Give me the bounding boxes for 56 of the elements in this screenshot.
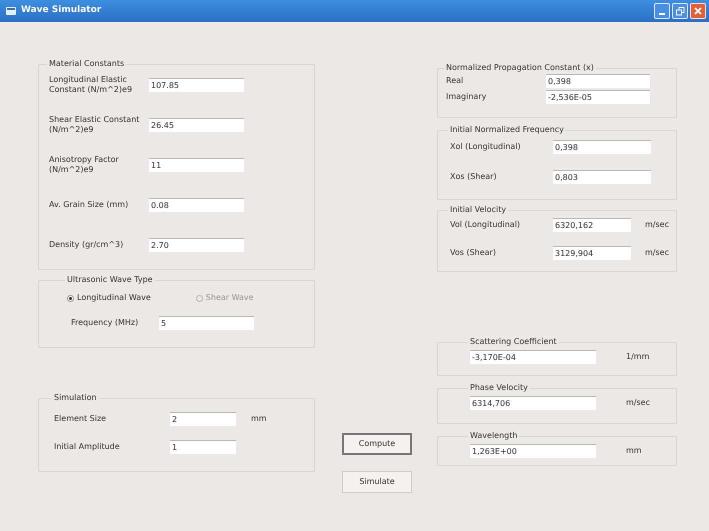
input-field[interactable]: 0.08 (149, 198, 244, 212)
input-field[interactable]: 2.70 (149, 238, 244, 252)
input-field[interactable]: 1 (170, 440, 236, 454)
input-field[interactable]: 2 (170, 412, 236, 426)
group-title: Wavelength (469, 430, 518, 442)
group-title: Phase Velocity (469, 382, 529, 394)
unit-label: mm (251, 413, 267, 425)
input-field[interactable]: 107.85 (149, 78, 244, 92)
input-field[interactable]: 1,263E+00 (470, 444, 596, 458)
field-label: Initial Amplitude (54, 441, 121, 453)
app-icon (6, 7, 16, 15)
unit-label: m/sec (626, 397, 650, 409)
field-label: Density (gr/cm^3) (49, 240, 124, 250)
input-field[interactable]: 11 (149, 158, 244, 172)
unit-label: m/sec (645, 247, 669, 259)
close-icon (694, 7, 702, 15)
restore-button[interactable] (672, 3, 688, 19)
unit-label: 1/mm (626, 351, 650, 363)
field-label: Xos (Shear) (450, 171, 498, 183)
field-label: Real (446, 75, 464, 87)
input-field[interactable]: 5 (159, 316, 254, 330)
radio-button[interactable]: Longitudinal Wave (67, 292, 151, 304)
input-field[interactable]: -2,536E-05 (546, 90, 650, 104)
restore-icon (676, 6, 684, 16)
input-field[interactable]: 3129,904 (553, 246, 631, 260)
push-button[interactable]: Compute (342, 433, 412, 455)
input-field[interactable]: 0,398 (546, 74, 650, 88)
field-label: Frequency (MHz) (71, 317, 140, 329)
group-title: Initial Velocity (449, 204, 508, 216)
field-label: Longitudinal Elastic Constant (N/m^2)e9 (49, 75, 134, 95)
minimize-button[interactable] (654, 3, 670, 19)
input-field[interactable]: 26.45 (149, 118, 244, 132)
window-title: Wave Simulator (21, 4, 102, 18)
field-label: Shear Elastic Constant (N/m^2)e9 (49, 115, 140, 135)
group-title: Material Constants (48, 58, 126, 70)
unit-label: m/sec (645, 219, 669, 231)
field-label: Vol (Longitudinal) (450, 219, 522, 231)
close-button[interactable] (690, 3, 706, 19)
field-label: Imaginary (446, 91, 488, 103)
field-label: Vos (Shear) (450, 247, 497, 259)
input-field[interactable]: 0,803 (553, 170, 651, 184)
group-title: Ultrasonic Wave Type (66, 274, 154, 286)
field-label: Xol (Longitudinal) (450, 141, 522, 153)
group-title: Scattering Coefficient (469, 336, 558, 348)
field-label: Anisotropy Factor (N/m^2)e9 (49, 155, 120, 175)
push-button[interactable]: Simulate (342, 471, 412, 493)
input-field[interactable]: 6314,706 (470, 396, 596, 410)
field-label: Element Size (54, 413, 108, 425)
group-title: Simulation (53, 392, 98, 404)
input-field[interactable]: 0,398 (553, 140, 651, 154)
group-title: Normalized Propagation Constant (x) (445, 62, 595, 74)
group-title: Initial Normalized Frequency (449, 124, 565, 136)
field-label: Av. Grain Size (mm) (49, 200, 130, 210)
unit-label: mm (626, 445, 642, 457)
input-field[interactable]: 6320,162 (553, 218, 631, 232)
input-field[interactable]: -3,170E-04 (470, 350, 596, 364)
